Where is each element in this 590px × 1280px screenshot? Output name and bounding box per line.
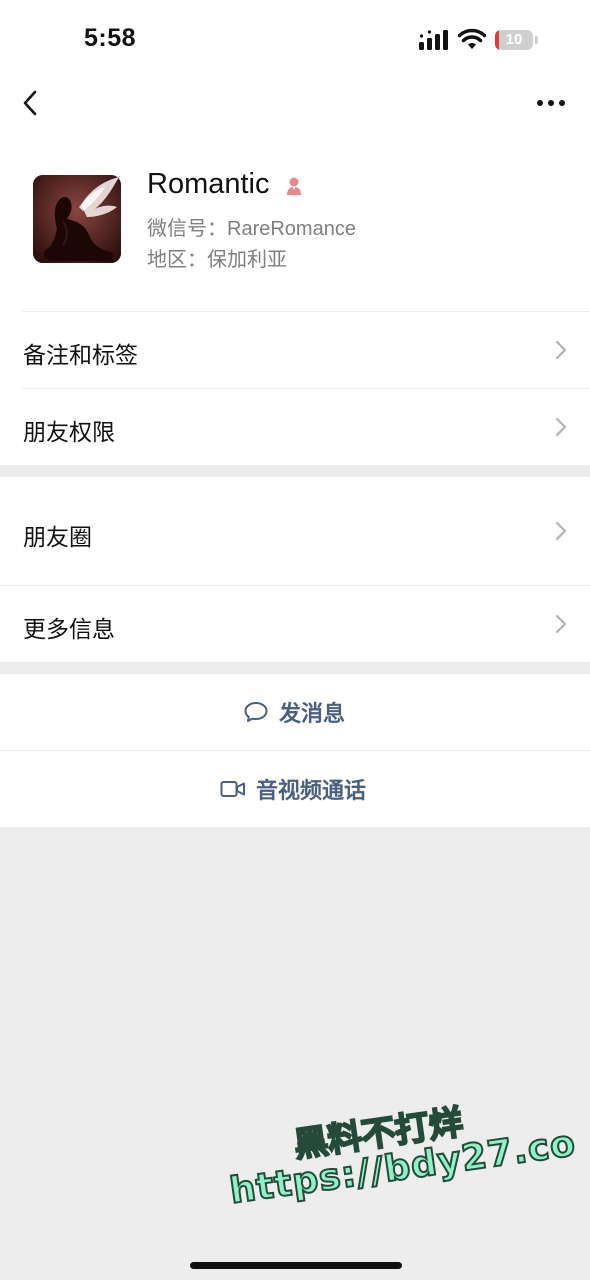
female-icon bbox=[287, 177, 301, 195]
wechat-id: 微信号：RareRomance bbox=[147, 218, 356, 240]
row-friend-permissions[interactable]: 朋友权限 bbox=[0, 389, 590, 465]
battery-icon: 10 bbox=[495, 30, 533, 50]
home-indicator[interactable] bbox=[190, 1262, 402, 1269]
row-label: 备注和标签 bbox=[23, 342, 138, 368]
send-message-button[interactable]: 发消息 bbox=[0, 674, 590, 750]
section-gap bbox=[0, 465, 590, 477]
video-call-label: 音视频通话 bbox=[256, 778, 367, 803]
row-remark-and-tags[interactable]: 备注和标签 bbox=[0, 312, 590, 388]
chevron-left-icon[interactable] bbox=[20, 88, 42, 118]
status-time: 5:58 bbox=[84, 24, 137, 52]
row-label: 朋友圈 bbox=[23, 524, 92, 550]
video-call-button[interactable]: 音视频通话 bbox=[0, 751, 590, 827]
avatar[interactable] bbox=[33, 175, 121, 263]
send-message-label: 发消息 bbox=[279, 701, 346, 726]
row-more-info[interactable]: 更多信息 bbox=[0, 586, 590, 662]
avatar-image bbox=[33, 175, 121, 263]
wifi-icon bbox=[458, 28, 486, 49]
battery-cap bbox=[535, 36, 538, 44]
row-moments[interactable]: 朋友圈 bbox=[0, 477, 590, 585]
battery-level: 10 bbox=[505, 31, 523, 48]
more-dots-icon[interactable] bbox=[536, 92, 566, 114]
signal-icon bbox=[419, 30, 448, 50]
profile-name: Romantic bbox=[147, 168, 270, 200]
status-bar: 5:58 10 bbox=[0, 0, 590, 80]
watermark: 黑料不打烊 https://bdy27.co bbox=[220, 1074, 579, 1229]
chevron-right-icon bbox=[555, 614, 567, 634]
section-gap bbox=[0, 662, 590, 674]
region: 地区：保加利亚 bbox=[147, 249, 287, 271]
chat-bubble-icon bbox=[244, 702, 268, 722]
chevron-right-icon bbox=[555, 340, 567, 360]
video-camera-icon bbox=[220, 781, 245, 797]
row-label: 朋友权限 bbox=[23, 419, 115, 445]
chevron-right-icon bbox=[555, 521, 567, 541]
chevron-right-icon bbox=[555, 417, 567, 437]
row-label: 更多信息 bbox=[23, 616, 115, 642]
